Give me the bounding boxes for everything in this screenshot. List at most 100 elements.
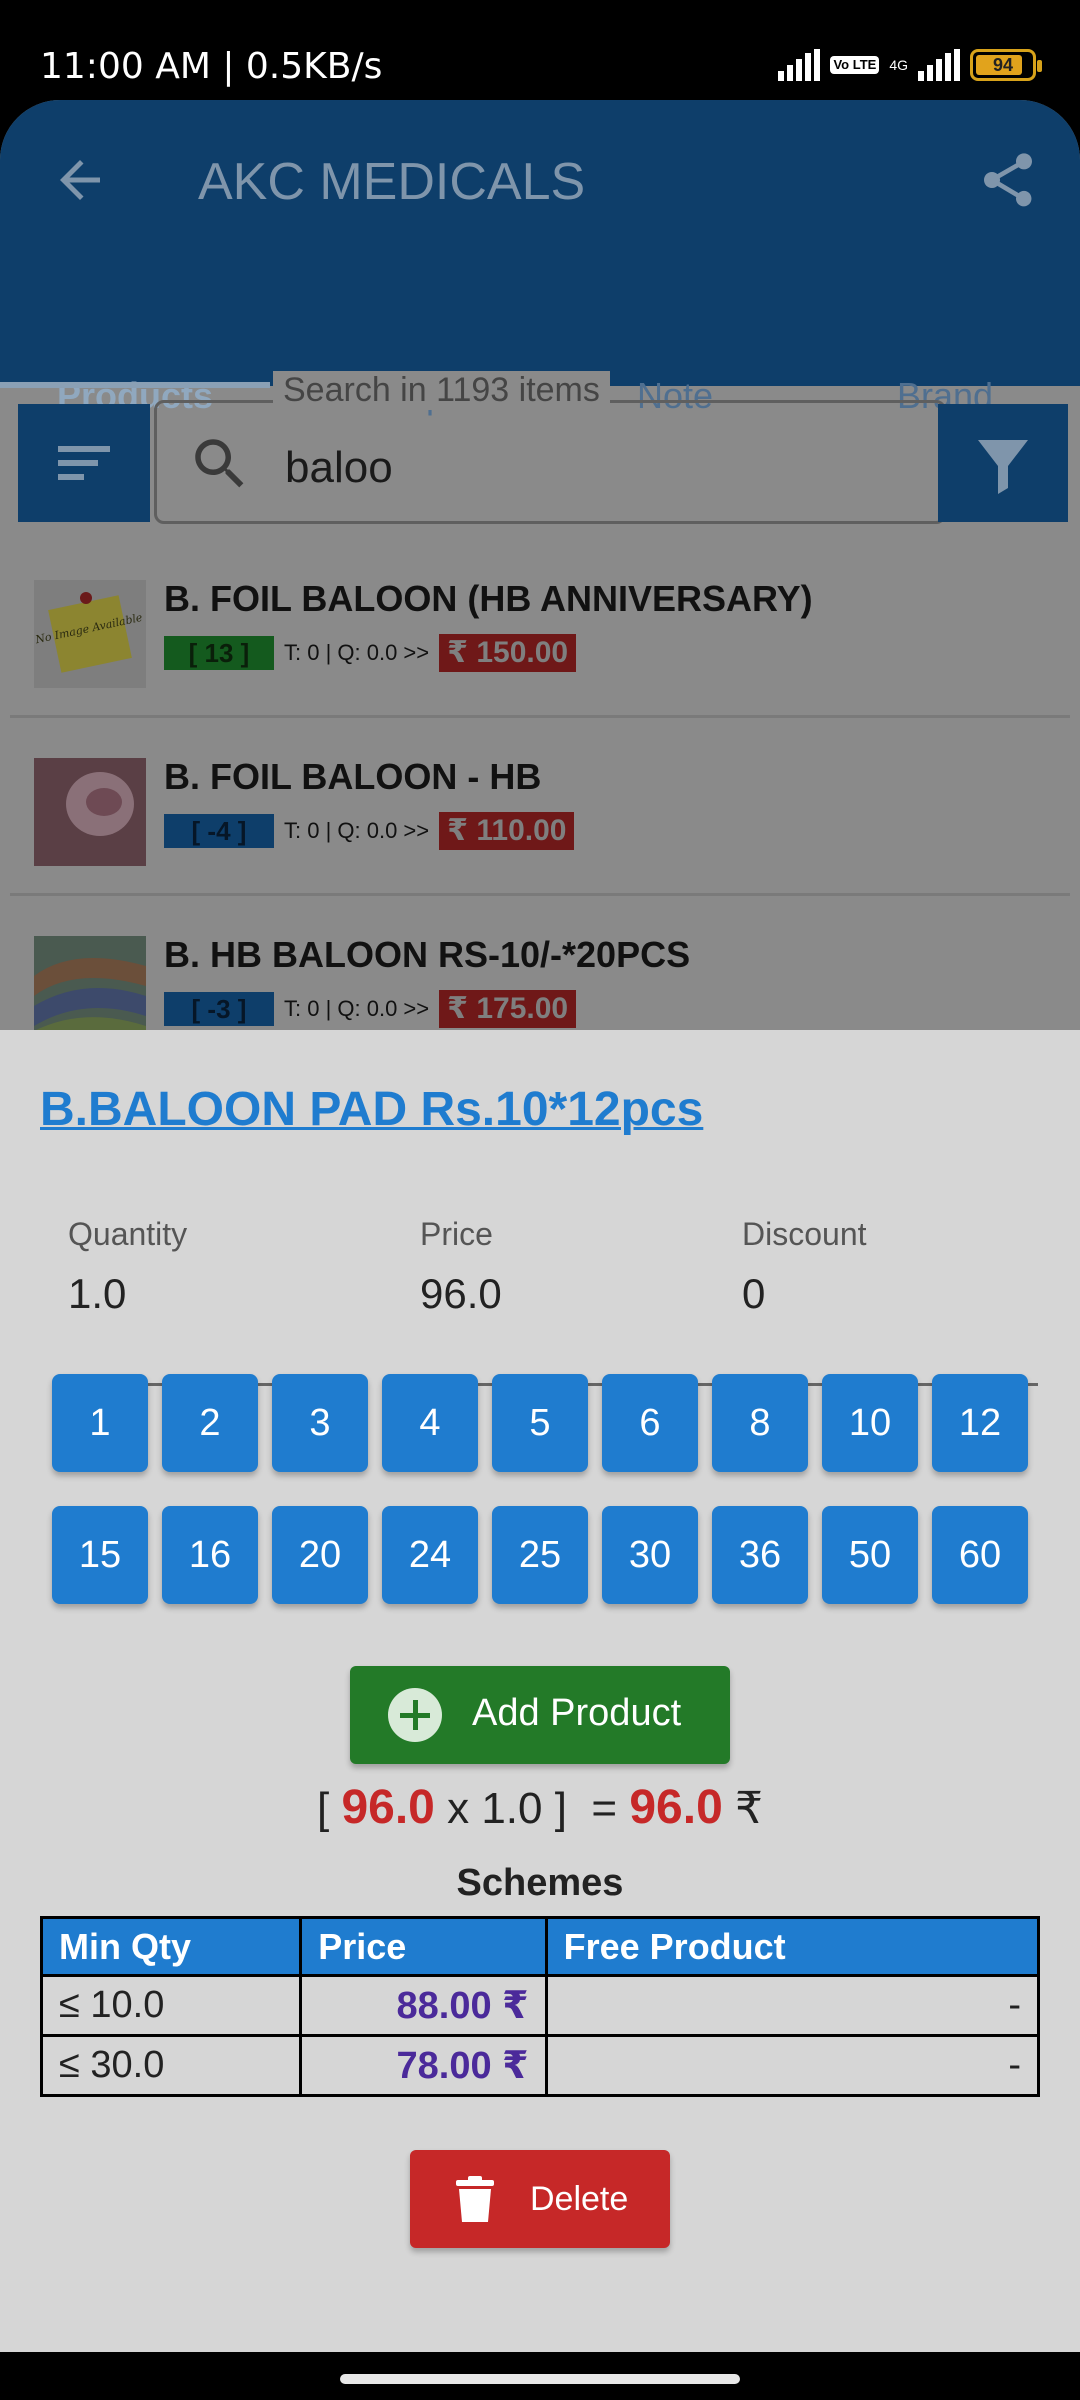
signal-icon [778, 49, 821, 81]
status-time: 11:00 AM | 0.5KB/s [40, 46, 383, 87]
tab-brand[interactable]: Brand [810, 286, 1080, 414]
trash-icon [456, 2176, 494, 2222]
add-product-label: Add Product [472, 1692, 682, 1734]
volte-icon: Vo LTE [830, 56, 880, 74]
quantity-label: Quantity [68, 1216, 188, 1252]
mrp-badge: ₹ 110.00 [439, 812, 575, 850]
discount-field[interactable]: Discount 0 [742, 1216, 1038, 1386]
product-name: B. FOIL BALOON (HB ANNIVERSARY) [164, 578, 813, 619]
quick-qty-button[interactable]: 25 [492, 1506, 588, 1604]
product-meta: T: 0 | Q: 0.0 >> [284, 818, 430, 843]
table-header-row: Min Qty Price Free Product [39, 1916, 1041, 1977]
app-bar: AKC MEDICALS Products Groups Note Brand [0, 100, 1080, 414]
signal-icon-2 [918, 49, 960, 81]
app-title: AKC MEDICALS [198, 153, 586, 211]
stock-badge: [ -4 ] [164, 814, 274, 848]
scheme-free-product: - [544, 1974, 1041, 2037]
product-name: B. FOIL BALOON - HB [164, 756, 542, 797]
calc-close-bracket: ] [554, 1784, 567, 1833]
mrp-badge: ₹ 150.00 [439, 634, 577, 672]
rupee-symbol: ₹ [735, 1784, 764, 1833]
search-row: Search in 1193 items baloo [12, 371, 1068, 534]
quick-qty-button[interactable]: 2 [162, 1374, 258, 1472]
calc-total: 96.0 [629, 1781, 723, 1834]
quick-qty-button[interactable]: 8 [712, 1374, 808, 1472]
sort-icon [58, 446, 110, 480]
quick-qty-button[interactable]: 1 [52, 1374, 148, 1472]
price-calculation: [ 96.0 x 1.0 ] = 96.0 ₹ [0, 1780, 1080, 1835]
discount-label: Discount [742, 1216, 867, 1252]
home-indicator[interactable] [340, 2374, 740, 2384]
stock-badge: [ -3 ] [164, 992, 274, 1026]
status-bar: 11:00 AM | 0.5KB/s Vo LTE 4G 94 [0, 0, 1080, 100]
stock-badge: [ 13 ] [164, 636, 274, 670]
product-meta: T: 0 | Q: 0.0 >> [284, 640, 430, 665]
add-product-button[interactable]: Add Product [350, 1666, 730, 1764]
quick-qty-button[interactable]: 20 [272, 1506, 368, 1604]
tab-products[interactable]: Products [0, 286, 270, 414]
quick-qty-button[interactable]: 16 [162, 1506, 258, 1604]
product-list: No Image Available B. FOIL BALOON (HB AN… [10, 540, 1070, 1074]
quick-qty-button[interactable]: 15 [52, 1506, 148, 1604]
battery-level: 94 [992, 54, 1014, 75]
back-arrow-icon[interactable] [50, 150, 110, 210]
scheme-min-qty: ≤ 30.0 [39, 2034, 303, 2097]
mrp-badge: ₹ 175.00 [439, 990, 577, 1028]
table-row: ≤ 30.0 78.00 ₹ - [39, 2034, 1041, 2097]
quick-qty-button[interactable]: 60 [932, 1506, 1028, 1604]
sheet-product-title[interactable]: B.BALOON PAD Rs.10*12pcs [40, 1082, 703, 1137]
product-thumbnail [34, 758, 146, 866]
schemes-table: Min Qty Price Free Product ≤ 10.0 88.00 … [39, 1916, 1041, 2097]
list-item[interactable]: No Image Available B. FOIL BALOON (HB AN… [10, 540, 1070, 718]
calc-equals: = [591, 1784, 618, 1833]
product-thumbnail: No Image Available [34, 580, 146, 688]
price-label: Price [420, 1216, 493, 1252]
search-input[interactable]: Search in 1193 items baloo [154, 371, 946, 524]
filter-button[interactable] [938, 404, 1068, 522]
add-product-sheet: B.BALOON PAD Rs.10*12pcs Quantity 1.0 Pr… [0, 1030, 1080, 2352]
scheme-free-product: - [544, 2034, 1041, 2097]
search-icon [195, 439, 244, 488]
network-type: 4G [889, 57, 908, 73]
quick-qty-button[interactable]: 50 [822, 1506, 918, 1604]
quick-qty-button[interactable]: 3 [272, 1374, 368, 1472]
quick-qty-button[interactable]: 36 [712, 1506, 808, 1604]
quick-qty-button[interactable]: 12 [932, 1374, 1028, 1472]
share-icon[interactable] [976, 148, 1040, 212]
sort-button[interactable] [18, 404, 150, 522]
calc-open-bracket: [ [316, 1784, 330, 1833]
column-header: Price [299, 1916, 548, 1977]
calc-price: 96.0 [341, 1781, 435, 1834]
filter-icon [978, 440, 1028, 494]
delete-label: Delete [530, 2180, 629, 2218]
calc-quantity: x 1.0 [447, 1784, 543, 1833]
tab-indicator [0, 382, 270, 388]
price-value: 96.0 [420, 1270, 502, 1317]
quick-qty-button[interactable]: 30 [602, 1506, 698, 1604]
quantity-field[interactable]: Quantity 1.0 [68, 1216, 364, 1386]
add-circle-icon [388, 1688, 442, 1742]
quick-qty-button[interactable]: 24 [382, 1506, 478, 1604]
list-item[interactable]: B. FOIL BALOON - HB [ -4 ] T: 0 | Q: 0.0… [10, 718, 1070, 896]
scheme-price: 78.00 ₹ [299, 2034, 548, 2097]
quantity-value: 1.0 [68, 1270, 127, 1317]
price-field[interactable]: Price 96.0 [420, 1216, 716, 1386]
quick-qty-button[interactable]: 6 [602, 1374, 698, 1472]
search-value: baloo [285, 443, 393, 492]
quick-qty-button[interactable]: 5 [492, 1374, 588, 1472]
discount-value: 0 [742, 1270, 766, 1317]
product-meta: T: 0 | Q: 0.0 >> [284, 996, 430, 1021]
table-row: ≤ 10.0 88.00 ₹ - [39, 1974, 1041, 2037]
battery-icon: 94 [970, 49, 1042, 81]
product-thumbnail [34, 936, 146, 1044]
search-legend: Search in 1193 items [273, 371, 610, 410]
scheme-price: 88.00 ₹ [299, 1974, 548, 2037]
column-header: Free Product [544, 1916, 1041, 1977]
column-header: Min Qty [39, 1916, 303, 1977]
scheme-min-qty: ≤ 10.0 [39, 1974, 303, 2037]
schemes-title: Schemes [456, 1862, 624, 1904]
quick-qty-button[interactable]: 10 [822, 1374, 918, 1472]
delete-button[interactable]: Delete [410, 2150, 670, 2248]
quick-qty-button[interactable]: 4 [382, 1374, 478, 1472]
product-name: B. HB BALOON RS-10/-*20PCS [164, 934, 691, 975]
